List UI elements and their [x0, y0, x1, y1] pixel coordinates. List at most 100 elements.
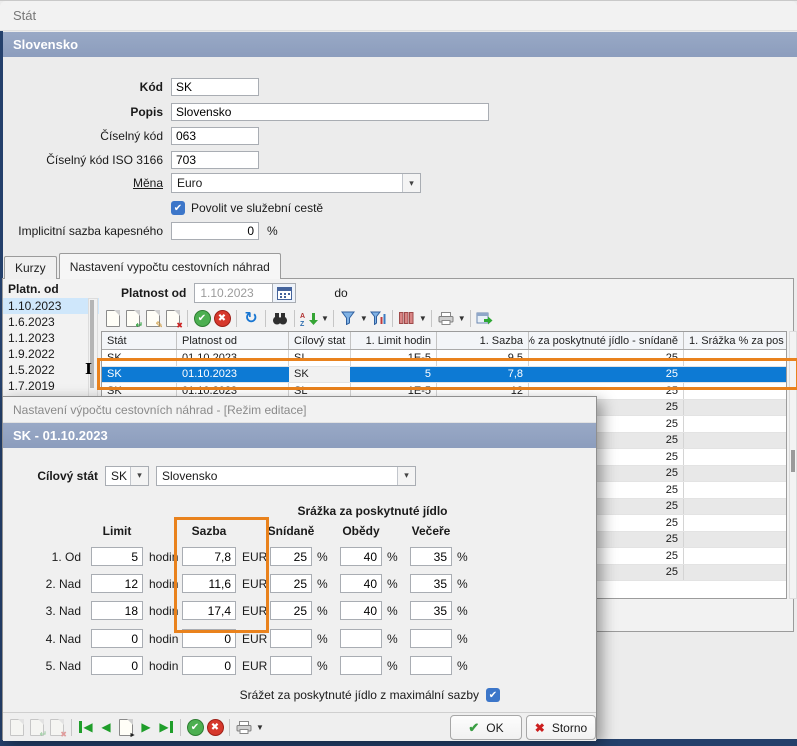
delete-record-icon[interactable]: ✖ — [164, 308, 182, 328]
cancel-icon[interactable]: ✖ — [213, 308, 231, 328]
search-binoculars-icon[interactable] — [271, 308, 289, 328]
snidane-input-2[interactable] — [270, 574, 312, 593]
column-header[interactable]: 1. Limit hodin — [351, 332, 437, 349]
snidane-input-5[interactable] — [270, 656, 312, 675]
delete-record-icon[interactable]: ✖ — [48, 717, 66, 737]
tab-nastaveni[interactable]: Nastavení vypočtu cestovních náhrad — [59, 253, 281, 279]
confirm-icon[interactable]: ✔ — [193, 308, 211, 328]
limit-input-3[interactable] — [91, 601, 143, 620]
dialog-ok-button[interactable]: ✔ OK — [450, 715, 522, 740]
limit-input-4[interactable] — [91, 629, 143, 648]
chevron-down-icon[interactable]: ▾ — [130, 467, 148, 485]
sazba-input-3[interactable] — [182, 601, 236, 620]
column-header[interactable]: Stát — [102, 332, 177, 349]
confirm-icon[interactable]: ✔ — [186, 717, 204, 737]
chevron-down-icon[interactable]: ▼ — [321, 314, 329, 323]
sazba-input-2[interactable] — [182, 574, 236, 593]
kod-field[interactable] — [171, 78, 259, 96]
popis-field[interactable] — [171, 103, 489, 121]
column-header[interactable]: Cílový stat — [289, 332, 351, 349]
new-record-icon[interactable] — [8, 717, 26, 737]
max-rate-checkbox[interactable]: ✔ — [486, 688, 500, 702]
percent-unit: % — [317, 604, 328, 618]
obedy-input-1[interactable] — [340, 547, 382, 566]
calendar-icon[interactable] — [272, 284, 295, 302]
limit-input-1[interactable] — [91, 547, 143, 566]
copy-record-icon[interactable]: ↵ — [124, 308, 142, 328]
filter-icon[interactable] — [339, 308, 357, 328]
validity-scrollbar[interactable] — [88, 298, 98, 398]
pocket-field[interactable] — [171, 222, 259, 240]
validity-item[interactable]: 1.1.2023 — [3, 330, 99, 346]
limit-input-5[interactable] — [91, 656, 143, 675]
next-record-icon[interactable]: ▶ — [137, 717, 155, 737]
previous-record-icon[interactable]: ◀ — [97, 717, 115, 737]
sazba-input-4[interactable] — [182, 629, 236, 648]
filter-chart-icon[interactable] — [369, 308, 387, 328]
scrollbar-thumb[interactable] — [791, 450, 795, 472]
chevron-down-icon[interactable]: ▼ — [256, 723, 264, 732]
vecere-input-1[interactable] — [410, 547, 452, 566]
chevron-down-icon[interactable]: ▼ — [458, 314, 466, 323]
vecere-input-2[interactable] — [410, 574, 452, 593]
first-record-icon[interactable]: ◀ — [77, 717, 95, 737]
snidane-input-3[interactable] — [270, 601, 312, 620]
edit-record-icon[interactable]: ✎ — [144, 308, 162, 328]
validity-item[interactable]: 1.6.2023 — [3, 314, 99, 330]
table-row[interactable]: SK01.10.2023SK57,825 — [102, 367, 786, 384]
rate-row: 1. OdhodinEUR%%% — [3, 547, 596, 567]
validity-item[interactable]: 1.10.2023 — [3, 298, 99, 314]
obedy-input-4[interactable] — [340, 629, 382, 648]
chevron-down-icon[interactable]: ▾ — [397, 467, 415, 485]
table-scrollbar[interactable] — [789, 331, 797, 599]
ciselny-field[interactable] — [171, 127, 259, 145]
currency-unit: EUR — [242, 604, 267, 618]
browse-records-icon[interactable]: ► — [117, 717, 135, 737]
export-icon[interactable] — [476, 308, 494, 328]
vecere-input-3[interactable] — [410, 601, 452, 620]
percent-unit: % — [317, 577, 328, 591]
obedy-input-2[interactable] — [340, 574, 382, 593]
print-icon[interactable] — [235, 717, 253, 737]
mena-label[interactable]: Měna — [3, 176, 163, 190]
dialog-storno-button[interactable]: ✖ Storno — [526, 715, 596, 740]
target-code-combobox[interactable]: SK ▾ — [105, 466, 149, 486]
column-header[interactable]: 1. Srážka % za pos — [684, 332, 784, 349]
last-record-icon[interactable]: ▶ — [157, 717, 175, 737]
allow-checkbox[interactable]: ✔ — [171, 201, 185, 215]
table-row[interactable]: SK01.10.2023SI1E-59.525 — [102, 350, 786, 367]
table-cell: 7,8 — [437, 367, 529, 383]
vecere-input-4[interactable] — [410, 629, 452, 648]
snidane-input-1[interactable] — [270, 547, 312, 566]
mena-combobox[interactable]: Euro ▾ — [171, 173, 421, 193]
column-header[interactable]: 1. Srážka % za poskytnuté jídlo - snídan… — [529, 332, 684, 349]
table-cell: SK — [102, 367, 177, 383]
target-name-combobox[interactable]: Slovensko ▾ — [156, 466, 416, 486]
validity-header: Platn. od — [3, 279, 99, 298]
iso-field[interactable] — [171, 151, 259, 169]
copy-record-icon[interactable]: ↵ — [28, 717, 46, 737]
chevron-down-icon[interactable]: ▾ — [402, 174, 420, 192]
vecere-input-5[interactable] — [410, 656, 452, 675]
validity-item[interactable]: 1.7.2019 — [3, 378, 99, 394]
column-header[interactable]: Platnost od — [177, 332, 289, 349]
cancel-icon[interactable]: ✖ — [206, 717, 224, 737]
limit-input-2[interactable] — [91, 574, 143, 593]
sazba-input-1[interactable] — [182, 547, 236, 566]
sazba-input-5[interactable] — [182, 656, 236, 675]
obedy-input-3[interactable] — [340, 601, 382, 620]
columns-icon[interactable] — [398, 308, 416, 328]
snidane-input-4[interactable] — [270, 629, 312, 648]
sort-az-icon[interactable]: AZ — [300, 308, 318, 328]
print-icon[interactable] — [437, 308, 455, 328]
platnost-od-input[interactable]: 1.10.2023 — [194, 283, 296, 303]
chevron-down-icon[interactable]: ▼ — [360, 314, 368, 323]
new-record-icon[interactable] — [104, 308, 122, 328]
tab-kurzy[interactable]: Kurzy — [4, 256, 57, 279]
dialog-body: Cílový stát SK ▾ Slovensko ▾ Srážka za p… — [3, 448, 596, 739]
percent-unit: % — [317, 659, 328, 673]
obedy-input-5[interactable] — [340, 656, 382, 675]
chevron-down-icon[interactable]: ▼ — [419, 314, 427, 323]
refresh-icon[interactable]: ↻ — [242, 308, 260, 328]
column-header[interactable]: 1. Sazba — [437, 332, 529, 349]
